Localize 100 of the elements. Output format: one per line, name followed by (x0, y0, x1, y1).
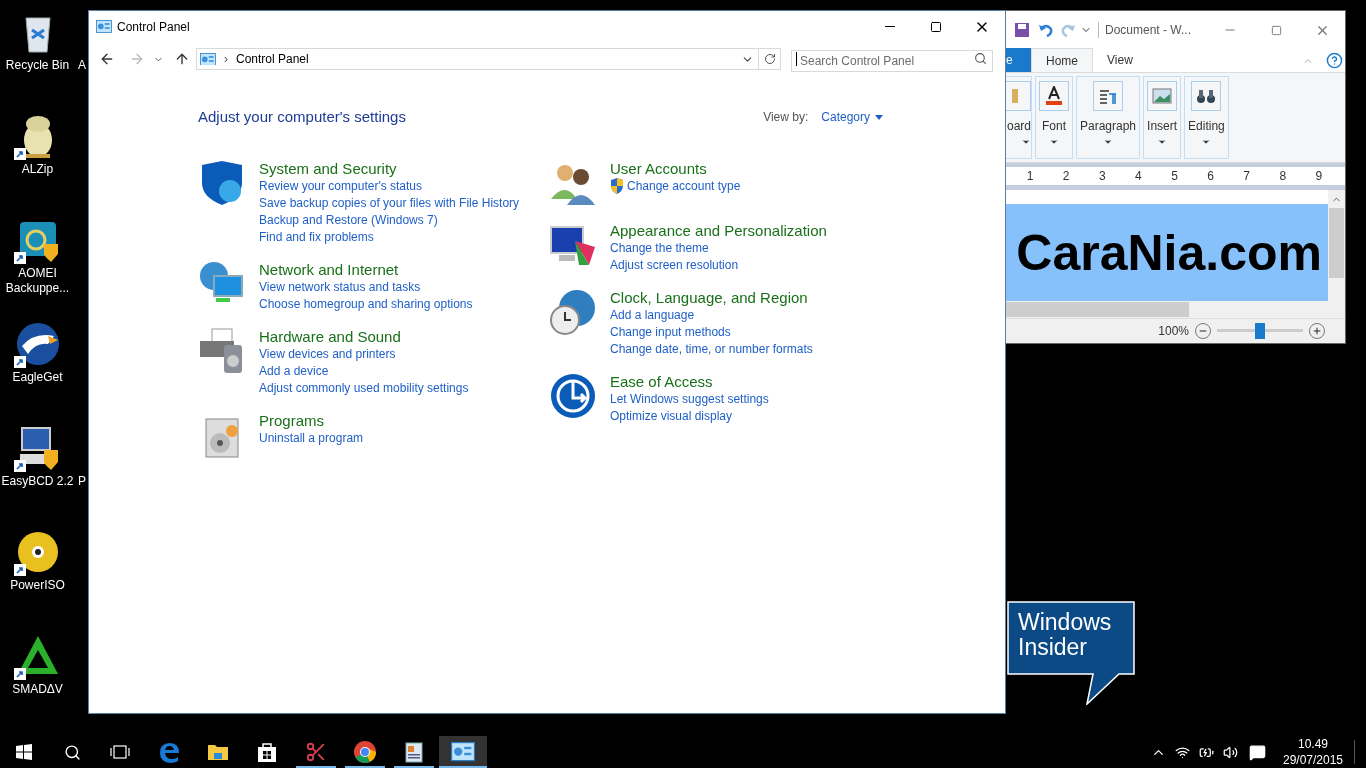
category-title-link[interactable]: Hardware and Sound (259, 326, 469, 346)
shopping-bag-icon (255, 740, 279, 764)
category-title-link[interactable]: Appearance and Personalization (610, 220, 827, 240)
zoom-slider-track[interactable] (1217, 322, 1303, 339)
address-bar[interactable]: › Control Panel (196, 48, 781, 70)
accessibility-icon (549, 371, 597, 420)
category-title-link[interactable]: System and Security (259, 158, 520, 178)
category-title-link[interactable]: Network and Internet (259, 259, 473, 279)
desktop-icon-label: PowerISO (9, 578, 66, 593)
paragraph-icon (1099, 88, 1117, 104)
breadcrumb[interactable]: Control Panel (236, 50, 309, 68)
desktop-icon[interactable]: ALZip (0, 112, 75, 177)
windows-logo-icon (16, 744, 32, 760)
control-panel-icon (200, 52, 216, 66)
ruler-number: 9 (1315, 168, 1323, 186)
ruler-number: 3 (1098, 168, 1106, 186)
window-title: Control Panel (117, 18, 190, 36)
desktop-icon[interactable]: SMADΔV (0, 632, 75, 697)
desktop-icon-label: ALZip (20, 162, 55, 177)
desktop-icon[interactable]: EagleGet (0, 320, 75, 385)
help-icon[interactable] (1326, 52, 1343, 69)
desktop-icon-label: AOMEI Backuppe... (4, 266, 71, 296)
view-by-label: View by: (763, 109, 809, 127)
back-icon[interactable] (99, 51, 115, 67)
task-link[interactable]: View network status and tasks (259, 278, 421, 296)
category-title-link[interactable]: Clock, Language, and Region (610, 287, 813, 307)
ruler-number: 6 (1207, 168, 1214, 186)
zoom-slider-thumb[interactable] (1255, 322, 1265, 339)
task-link[interactable]: Adjust commonly used mobility settings (259, 379, 469, 397)
refresh-icon[interactable] (763, 53, 776, 65)
badge-text: Windows (1018, 610, 1113, 635)
task-link[interactable]: Save backup copies of your files with File History (259, 194, 520, 212)
control-panel-icon (96, 20, 112, 33)
task-link[interactable]: Change input methods (610, 323, 731, 341)
ribbon-group-button[interactable]: Editing (1184, 76, 1229, 159)
ruler-number: 8 (1279, 168, 1287, 186)
caret-icon (1021, 137, 1031, 147)
ruler-number: 4 (1135, 168, 1142, 186)
task-link[interactable]: Optimize visual display (610, 407, 733, 425)
undo-icon[interactable] (1038, 22, 1054, 38)
minimize-icon (885, 26, 895, 27)
wifi-icon (1174, 744, 1190, 760)
save-icon[interactable] (1014, 22, 1030, 38)
taskbar-app-button[interactable] (439, 736, 487, 768)
ruler-number: 5 (1171, 168, 1178, 186)
task-link[interactable]: Let Windows suggest settings (610, 390, 769, 408)
desktop-icon-label: P (78, 474, 86, 489)
task-link[interactable]: Add a device (259, 362, 329, 380)
task-link[interactable]: Backup and Restore (Windows 7) (259, 211, 438, 229)
task-link[interactable]: Change date, time, or number formats (610, 340, 813, 358)
task-link[interactable]: Review your computer's status (259, 177, 423, 195)
caret-icon (1157, 137, 1168, 147)
task-link[interactable]: Uninstall a program (259, 429, 364, 447)
category-title-link[interactable]: User Accounts (610, 158, 741, 178)
task-link[interactable]: Find and fix problems (259, 228, 374, 246)
search-icon (974, 52, 987, 65)
scissors-icon (305, 741, 327, 763)
search-field[interactable]: Search Control Panel (791, 50, 993, 72)
desktop-icon[interactable]: PowerISO (0, 528, 75, 593)
task-view-icon (110, 745, 130, 759)
task-link[interactable]: View devices and printers (259, 345, 396, 363)
desktop-icon[interactable]: AOMEI Backuppe... (0, 216, 75, 296)
view-by-dropdown[interactable]: Category (821, 108, 883, 127)
page-heading: Adjust your computer's settings (198, 107, 406, 127)
globe-clock-icon (549, 287, 597, 336)
task-link[interactable]: Add a language (610, 306, 695, 324)
picture-icon (1152, 88, 1173, 104)
message-icon (1248, 743, 1266, 761)
task-link[interactable]: Change account type (627, 177, 741, 195)
ruler-number: 1 (1026, 168, 1034, 186)
breadcrumb-separator: › (224, 51, 228, 68)
maximize-icon (1270, 24, 1282, 36)
ribbon-group-button[interactable]: Insert (1143, 76, 1182, 159)
desktop-icon-label: EasyBCD 2.2 (0, 474, 75, 489)
speaker-icon (1222, 744, 1238, 760)
desktop-icon[interactable]: EasyBCD 2.2 (0, 424, 75, 489)
up-icon[interactable] (174, 51, 190, 67)
task-link[interactable]: Choose homegroup and sharing options (259, 295, 473, 313)
category-title-link[interactable]: Ease of Access (610, 371, 769, 391)
vertical-scrollbar[interactable] (1328, 190, 1345, 302)
ribbon-group-button[interactable]: Font (1035, 76, 1073, 159)
desktop-icon[interactable]: Recycle Bin (0, 8, 75, 73)
ribbon-tab[interactable]: Home (1031, 48, 1093, 72)
clock-button[interactable]: 10.49 29/07/2015 (1272, 736, 1354, 768)
desktop-icon-label: Recycle Bin (4, 58, 71, 73)
ribbon-tab[interactable]: e (1006, 48, 1031, 72)
control-panel-icon (451, 742, 475, 762)
binoculars-icon (1196, 88, 1217, 104)
ruler-number: 7 (1243, 168, 1251, 186)
task-link[interactable]: Adjust screen resolution (610, 256, 739, 274)
task-link[interactable]: Change the theme (610, 239, 709, 257)
horizontal-scrollbar[interactable] (1006, 301, 1345, 318)
desktop-icon-label: SMADΔV (11, 682, 64, 697)
category-title-link[interactable]: Programs (259, 410, 364, 430)
chrome-icon (353, 740, 377, 764)
ribbon-group-button[interactable]: Paragraph (1076, 76, 1141, 159)
ribbon-tab[interactable]: View (1093, 48, 1147, 72)
badge-text: Insider (1018, 635, 1089, 660)
font-color-icon (1045, 86, 1063, 106)
desktop-icon-label: EagleGet (11, 370, 64, 385)
